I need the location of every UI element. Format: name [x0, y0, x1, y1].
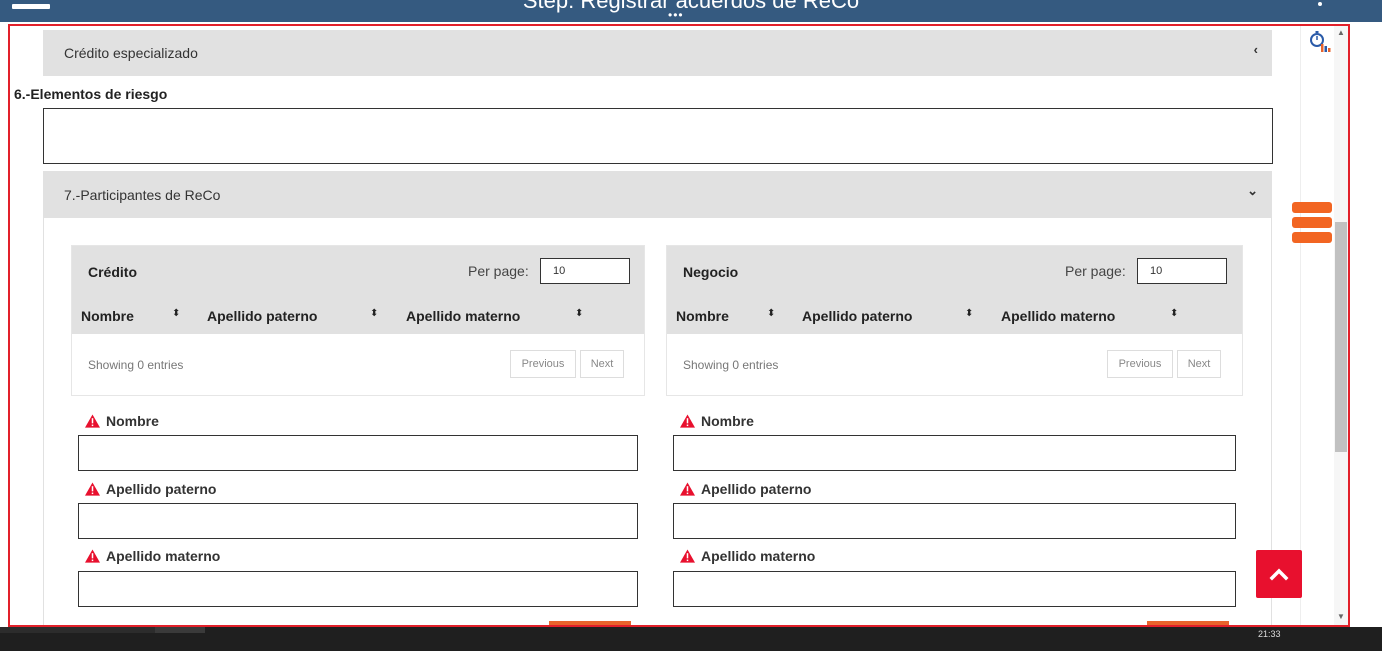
apellido-materno-credito-input[interactable] [78, 571, 638, 607]
column-header-nombre[interactable]: Nombre [81, 308, 134, 324]
field-label-text: Apellido materno [106, 548, 221, 564]
panel-participantes[interactable]: 7.-Participantes de ReCo ⌄ [43, 171, 1272, 218]
previous-button[interactable]: Previous [510, 350, 576, 378]
warning-icon [85, 549, 100, 563]
per-page-input[interactable]: 10 [540, 258, 630, 284]
next-button[interactable]: Next [580, 350, 624, 378]
warning-icon [680, 414, 695, 428]
per-page-label: Per page: [1065, 263, 1126, 279]
sort-icon[interactable]: ⬍ [1170, 308, 1178, 319]
column-header-apellido-paterno[interactable]: Apellido paterno [207, 308, 317, 324]
taskbar-item[interactable] [155, 627, 205, 633]
scroll-down-icon[interactable]: ▼ [1337, 612, 1345, 621]
taskbar: 21:33 [0, 627, 1382, 651]
field-label-apellido-materno: Apellido materno [680, 547, 815, 564]
vertical-scrollbar[interactable]: ▲ ▼ [1334, 26, 1348, 625]
column-header-nombre[interactable]: Nombre [676, 308, 729, 324]
scrollbar-thumb[interactable] [1335, 222, 1347, 452]
field-label-apellido-materno: Apellido materno [85, 547, 220, 564]
field-label-text: Apellido paterno [701, 481, 812, 497]
chevron-up-icon [1269, 568, 1289, 581]
table-negocio-title: Negocio [683, 264, 739, 280]
apellido-paterno-credito-input[interactable] [78, 503, 638, 539]
taskbar-item[interactable] [0, 627, 155, 633]
field-label-nombre: Nombre [85, 412, 159, 429]
showing-entries: Showing 0 entries [88, 358, 184, 372]
kebab-icon[interactable] [1318, 2, 1322, 6]
column-header-apellido-paterno[interactable]: Apellido paterno [802, 308, 912, 324]
sort-icon[interactable]: ⬍ [575, 308, 583, 319]
riesgo-textarea[interactable] [43, 108, 1273, 164]
nombre-negocio-input[interactable] [673, 435, 1236, 471]
sort-icon[interactable]: ⬍ [172, 308, 180, 319]
riesgo-title: 6.-Elementos de riesgo [14, 86, 168, 102]
showing-entries: Showing 0 entries [683, 358, 779, 372]
hamburger-menu-icon[interactable] [1292, 202, 1332, 244]
add-negocio-button[interactable] [1147, 621, 1229, 625]
sort-icon[interactable]: ⬍ [370, 308, 378, 319]
back-to-top-button[interactable] [1256, 550, 1302, 598]
panel-credito-especializado-label: Crédito especializado [64, 45, 198, 61]
taskbar-clock: 21:33 [1258, 629, 1281, 639]
field-label-text: Apellido paterno [106, 481, 217, 497]
app-header: Step: Registrar acuerdos de ReCo ••• [0, 0, 1382, 22]
per-page-label: Per page: [468, 263, 529, 279]
field-label-text: Nombre [701, 413, 754, 429]
warning-icon [680, 482, 695, 496]
add-credito-button[interactable] [549, 621, 631, 625]
field-label-apellido-paterno: Apellido paterno [85, 480, 216, 497]
warning-icon [85, 482, 100, 496]
panel-participantes-label: 7.-Participantes de ReCo [64, 187, 221, 203]
apellido-materno-negocio-input[interactable] [673, 571, 1236, 607]
scroll-up-icon[interactable]: ▲ [1337, 28, 1345, 37]
warning-icon [680, 549, 695, 563]
field-label-apellido-paterno: Apellido paterno [680, 480, 811, 497]
chevron-left-icon[interactable]: ‹ [1254, 42, 1258, 57]
sort-icon[interactable]: ⬍ [767, 308, 775, 319]
column-header-apellido-materno[interactable]: Apellido materno [1001, 308, 1115, 324]
more-dots[interactable]: ••• [668, 9, 684, 21]
field-label-nombre: Nombre [680, 412, 754, 429]
panel-credito-especializado[interactable]: Crédito especializado ‹ [43, 30, 1272, 76]
apellido-paterno-negocio-input[interactable] [673, 503, 1236, 539]
field-label-text: Apellido materno [701, 548, 816, 564]
next-button[interactable]: Next [1177, 350, 1221, 378]
sort-icon[interactable]: ⬍ [965, 308, 973, 319]
previous-button[interactable]: Previous [1107, 350, 1173, 378]
chevron-down-icon[interactable]: ⌄ [1247, 183, 1258, 199]
per-page-input[interactable]: 10 [1137, 258, 1227, 284]
field-label-text: Nombre [106, 413, 159, 429]
table-credito-header: Crédito Per page: 10 Nombre ⬍ Apellido p… [72, 246, 644, 334]
table-credito-title: Crédito [88, 264, 137, 280]
table-negocio-header: Negocio Per page: 10 Nombre ⬍ Apellido p… [667, 246, 1242, 334]
column-header-apellido-materno[interactable]: Apellido materno [406, 308, 520, 324]
warning-icon [85, 414, 100, 428]
page-title: Step: Registrar acuerdos de ReCo [522, 0, 860, 13]
content-frame: Crédito especializado ‹ 6.-Elementos de … [8, 24, 1350, 627]
table-credito: Crédito Per page: 10 Nombre ⬍ Apellido p… [71, 245, 645, 396]
timer-chart-icon[interactable] [1309, 30, 1331, 54]
table-negocio: Negocio Per page: 10 Nombre ⬍ Apellido p… [666, 245, 1243, 396]
nombre-credito-input[interactable] [78, 435, 638, 471]
scroll-area: Crédito especializado ‹ 6.-Elementos de … [10, 26, 1300, 625]
